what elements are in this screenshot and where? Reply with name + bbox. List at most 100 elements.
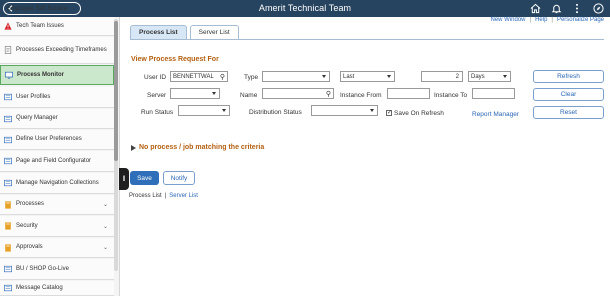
sidebar-collapse-handle[interactable]: ‖: [119, 168, 129, 190]
help-link[interactable]: Help: [535, 17, 547, 23]
user-id-label: User ID: [144, 74, 167, 81]
save-on-refresh-label: Save On Refresh: [394, 110, 444, 117]
sidebar-item-label: Approvals: [16, 244, 43, 250]
run-status-label: Run Status: [141, 109, 174, 116]
sidebar-item-label: Processes Exceeding Timeframes: [16, 46, 107, 53]
list-icon: [4, 265, 12, 273]
more-icon[interactable]: [571, 2, 583, 14]
tab-server-list[interactable]: Server List: [189, 25, 239, 39]
sidebar-item-bu-shop-go-live[interactable]: BU / SHOP Go-Live: [0, 259, 114, 280]
sidebar-scrollbar-thumb[interactable]: [114, 21, 118, 161]
warning-icon: [4, 22, 12, 30]
name-input[interactable]: ⚲: [262, 88, 334, 99]
sidebar-item-tech-team-issues[interactable]: Tech Team Issues: [0, 17, 114, 36]
sidebar-item-user-profiles[interactable]: User Profiles: [0, 87, 114, 108]
period-value: Last: [343, 73, 355, 80]
sidebar-item-label: Manage Navigation Collections: [16, 179, 99, 186]
sidebar-item-processes-exceeding-timeframes[interactable]: Processes Exceeding Timeframes: [0, 37, 114, 64]
type-select[interactable]: [262, 71, 330, 82]
sidebar-item-approvals[interactable]: Approvals ⌄: [0, 238, 114, 258]
sidebar-item-message-catalog[interactable]: Message Catalog: [0, 281, 114, 296]
user-id-value: BENNETTWAL: [173, 73, 214, 80]
sidebar-item-label: Processes: [16, 201, 45, 207]
sidebar: Tech Team Issues Processes Exceeding Tim…: [0, 17, 120, 296]
no-results-message: No process / job matching the criteria: [139, 144, 265, 151]
instance-to-label: Instance To: [434, 92, 468, 99]
link-separator: |: [529, 17, 532, 23]
instance-to-input[interactable]: [472, 88, 515, 99]
sidebar-item-label: Security: [16, 222, 38, 229]
chevron-down-icon: ⌄: [103, 245, 109, 251]
sidebar-item-label: Tech Team Issues: [16, 22, 64, 29]
sidebar-item-label: Process Monitor: [17, 71, 65, 78]
list-icon: [4, 136, 12, 143]
notify-button[interactable]: Notify: [163, 171, 195, 185]
chevron-down-icon: ⌄: [103, 223, 109, 230]
sidebar-item-label: Define User Preferences: [16, 136, 82, 142]
refresh-button[interactable]: Refresh: [533, 70, 604, 83]
sidebar-item-label: Page and Field Configurator: [16, 157, 92, 164]
list-icon: [4, 284, 12, 292]
instance-from-input[interactable]: [387, 88, 430, 99]
list-icon: [4, 93, 12, 101]
list-icon: [4, 179, 12, 187]
folder-icon: [5, 222, 11, 230]
server-select[interactable]: [170, 88, 220, 99]
sidebar-item-label: Query Manager: [16, 115, 58, 121]
server-list-link[interactable]: Server List: [169, 193, 198, 199]
save-button[interactable]: Save: [130, 171, 159, 185]
days-unit-select[interactable]: Days: [468, 71, 511, 82]
sidebar-item-process-monitor[interactable]: Process Monitor: [0, 65, 114, 85]
bottom-links: Process List | Server List: [129, 193, 198, 199]
sidebar-item-page-and-field-configurator[interactable]: Page and Field Configurator: [0, 151, 114, 172]
list-icon: [4, 115, 12, 122]
sidebar-item-define-user-preferences[interactable]: Define User Preferences: [0, 130, 114, 150]
clear-button[interactable]: Clear: [533, 88, 604, 101]
app-header: Employee Self Service Amerit Technical T…: [0, 0, 610, 17]
chevron-down-icon: ⌄: [103, 202, 109, 208]
document-icon: [4, 46, 12, 54]
sidebar-item-label: BU / SHOP Go-Live: [16, 265, 69, 272]
instance-from-label: Instance From: [340, 92, 382, 99]
list-icon: [4, 157, 12, 165]
user-id-input[interactable]: BENNETTWAL ⚲: [170, 71, 228, 82]
period-select[interactable]: Last: [340, 71, 395, 82]
server-label: Server: [147, 92, 167, 99]
days-count-value: 2: [455, 73, 459, 80]
reset-button[interactable]: Reset: [533, 106, 604, 119]
folder-icon: [5, 200, 11, 209]
process-list-text: Process List: [129, 193, 162, 199]
app-title: Amerit Technical Team: [258, 3, 352, 13]
type-label: Type: [244, 74, 259, 81]
search-icon[interactable]: ⚲: [220, 73, 225, 81]
section-title: View Process Request For: [131, 56, 219, 63]
days-unit-value: Days: [471, 73, 485, 80]
report-manager-link[interactable]: Report Manager: [472, 111, 519, 118]
compass-icon[interactable]: [592, 2, 604, 14]
sidebar-item-processes[interactable]: Processes ⌄: [0, 195, 114, 215]
bell-icon[interactable]: [550, 2, 562, 14]
folder-icon: [5, 243, 11, 252]
monitor-icon: [5, 71, 13, 79]
save-on-refresh-checkbox[interactable]: ✓: [386, 110, 392, 116]
name-label: Name: [240, 92, 258, 99]
run-status-select[interactable]: [178, 105, 230, 116]
personalize-page-link[interactable]: Personalize Page: [557, 17, 604, 23]
top-links: New Window | Help | Personalize Page: [490, 17, 604, 23]
no-results-section[interactable]: No process / job matching the criteria: [131, 144, 264, 151]
tab-divider: [130, 39, 604, 40]
link-separator: |: [551, 17, 553, 23]
sidebar-item-security[interactable]: Security ⌄: [0, 216, 114, 237]
distribution-status-select[interactable]: [311, 105, 378, 116]
sidebar-item-manage-navigation-collections[interactable]: Manage Navigation Collections: [0, 173, 114, 194]
tab-process-list[interactable]: Process List: [130, 25, 187, 39]
days-count-input[interactable]: 2: [421, 71, 463, 82]
search-icon[interactable]: ⚲: [326, 90, 331, 98]
home-icon[interactable]: [529, 2, 541, 14]
distribution-status-label: Distribution Status: [249, 109, 302, 116]
sidebar-item-query-manager[interactable]: Query Manager: [0, 109, 114, 129]
triangle-right-icon: [131, 144, 136, 151]
link-separator: |: [164, 193, 167, 199]
tab-bar: Process List Server List: [130, 25, 239, 39]
new-window-link[interactable]: New Window: [490, 17, 525, 23]
